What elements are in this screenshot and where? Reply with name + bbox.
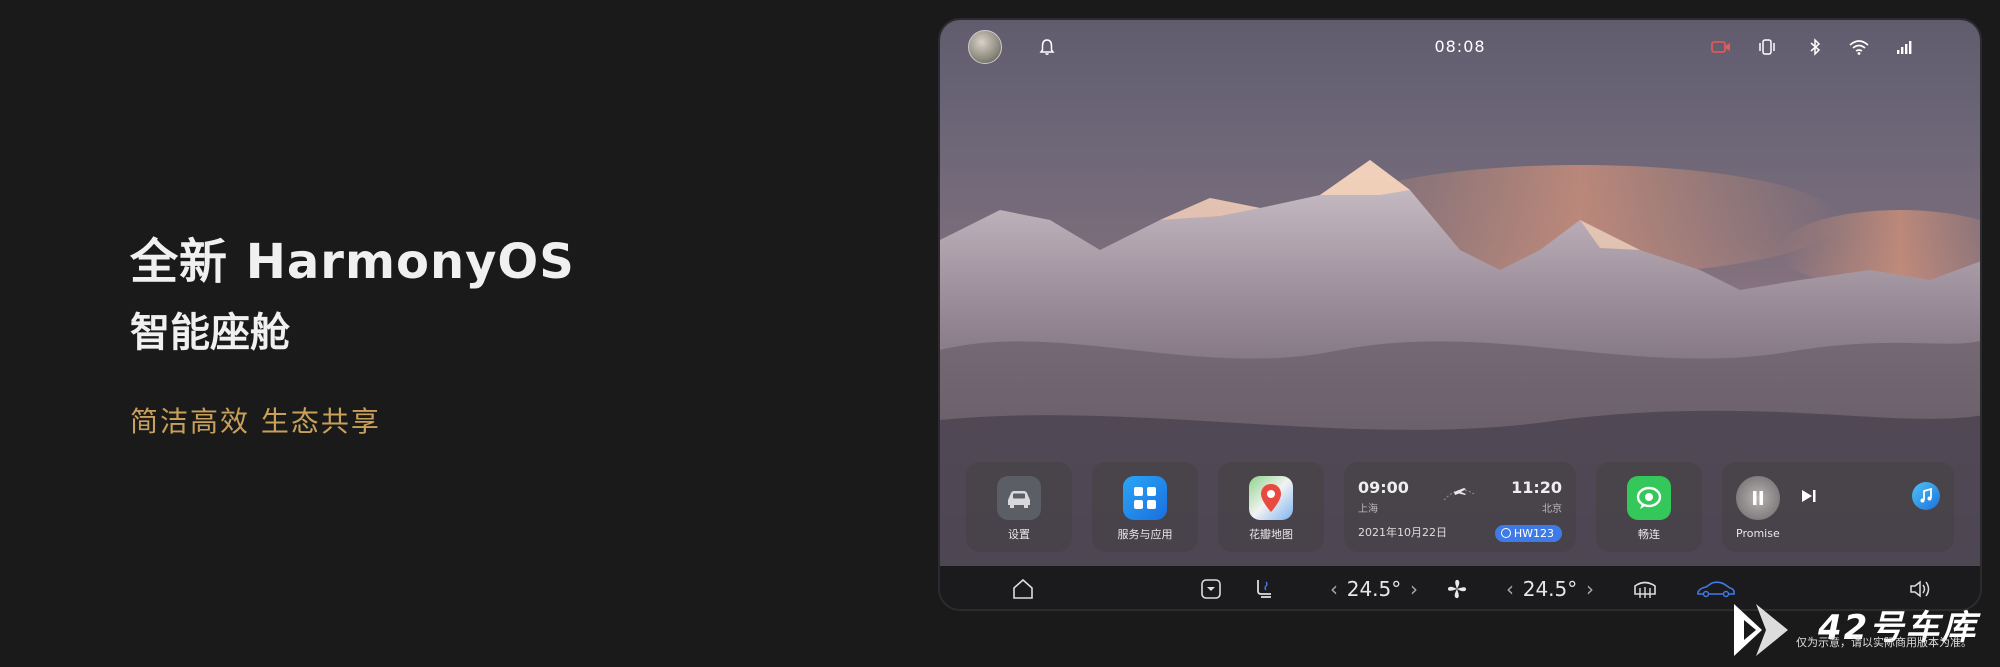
map-pin-icon xyxy=(1249,476,1293,520)
flight-depart-city: 上海 xyxy=(1358,504,1378,515)
music-app-icon[interactable] xyxy=(1912,482,1940,510)
flight-number-badge: HW123 xyxy=(1494,525,1562,542)
status-bar: 08:08 xyxy=(940,20,1980,76)
home-icon[interactable] xyxy=(1008,576,1038,602)
vibrate-icon[interactable] xyxy=(1756,36,1778,58)
watermark-note: 仅为示意，请以实际商用版本为准。 xyxy=(1796,636,1972,649)
flight-arrive-time: 11:20 xyxy=(1511,478,1562,497)
car-icon xyxy=(997,476,1041,520)
next-track-icon[interactable] xyxy=(1800,488,1818,508)
card-services[interactable]: 服务与应用 xyxy=(1092,462,1198,552)
seat-heat-icon[interactable] xyxy=(1250,576,1280,602)
left-temp-value: 24.5° xyxy=(1346,577,1402,601)
card-music[interactable]: Promise xyxy=(1722,462,1954,552)
flight-number: HW123 xyxy=(1513,527,1554,540)
flight-depart-time: 09:00 xyxy=(1358,478,1409,497)
card-changlian[interactable]: 畅连 xyxy=(1596,462,1702,552)
defrost-icon[interactable] xyxy=(1630,576,1660,602)
right-temp-down-button[interactable]: ‹ xyxy=(1502,576,1518,602)
left-temp-up-button[interactable]: › xyxy=(1406,576,1422,602)
music-song-title: Promise xyxy=(1736,527,1780,540)
chat-bubble-icon xyxy=(1627,476,1671,520)
watermark: 42号车库 仅为示意，请以实际商用版本为准。 xyxy=(1726,596,2000,667)
grid-apps-icon xyxy=(1123,476,1167,520)
dashcam-icon[interactable] xyxy=(1710,36,1732,58)
promo-tagline: 简洁高效 生态共享 xyxy=(130,405,381,438)
card-maps-label: 花瓣地图 xyxy=(1249,528,1293,541)
flight-badge-icon xyxy=(1500,528,1511,538)
card-services-label: 服务与应用 xyxy=(1117,528,1173,541)
left-temp-down-button[interactable]: ‹ xyxy=(1326,576,1342,602)
right-temp-up-button[interactable]: › xyxy=(1582,576,1598,602)
promo-block: 全新 HarmonyOS 智能座舱 简洁高效 生态共享 xyxy=(130,230,575,440)
dropdown-icon[interactable] xyxy=(1196,576,1226,602)
card-settings[interactable]: 设置 xyxy=(966,462,1072,552)
fan-icon[interactable] xyxy=(1442,576,1472,602)
bluetooth-icon[interactable] xyxy=(1804,36,1826,58)
promo-title-line2: 智能座舱 xyxy=(130,310,290,356)
flight-date: 2021年10月22日 xyxy=(1358,526,1447,539)
card-flight[interactable]: 09:00 上海 11:20 北京 2021年10月22日 HW123 xyxy=(1344,462,1576,552)
card-maps[interactable]: 花瓣地图 xyxy=(1218,462,1324,552)
right-temp-value: 24.5° xyxy=(1522,577,1578,601)
car-display: 08:08 设置 服务与应用 花瓣地图 09:00 上海 11:20 北京 20… xyxy=(938,18,1982,611)
watermark-logo-icon xyxy=(1730,598,1794,666)
pause-icon[interactable] xyxy=(1736,476,1780,520)
card-settings-label: 设置 xyxy=(1008,528,1030,541)
airplane-icon xyxy=(1442,480,1476,510)
flight-arrive-city: 北京 xyxy=(1542,504,1562,515)
card-changlian-label: 畅连 xyxy=(1638,528,1660,541)
promo-title-line1: 全新 HarmonyOS xyxy=(130,234,575,290)
wifi-icon[interactable] xyxy=(1848,36,1870,58)
signal-icon xyxy=(1894,36,1916,58)
